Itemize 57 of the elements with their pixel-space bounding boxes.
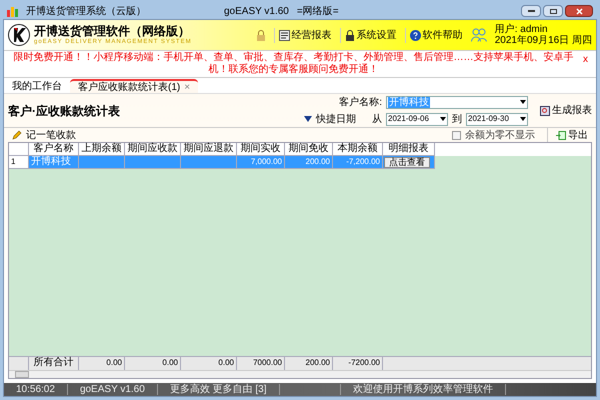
lock-icon[interactable] [256,30,266,40]
to-label: 到 [452,112,462,126]
logo-icon [8,24,30,46]
status-text: 欢迎使用开博系列效率管理软件 [340,384,506,395]
row-number: 1 [9,156,29,169]
scrollbar[interactable] [9,370,591,378]
to-date-field[interactable]: 2021-09-30 [466,112,528,126]
lock-icon [344,30,355,40]
dropdown-caret-icon[interactable] [520,117,526,121]
status-text: 更多高效 更多自由 [3] [158,384,280,395]
users-icon [470,28,487,42]
menu-button[interactable]: 系统设置 [340,28,397,42]
report-icon[interactable] [540,106,550,116]
export-icon[interactable] [556,130,566,140]
help-icon [410,30,421,40]
table-row[interactable]: 1 开博科技 7,000.00 200.00 -7,200.00 点击查看 [9,156,591,169]
minimize-button[interactable] [521,5,541,17]
promo-text: 限时免费开通！！小程序移动端：手机开单、查单、审批、查库存、考勤打卡、外勤管理、售后管理……支持苹果手机、安卓手机！联系您的专属客服顾问免费开通！ [12,52,574,76]
tab[interactable]: 客户应收账款统计表(1) × [70,79,198,93]
banner-close-button[interactable]: x [579,52,592,67]
add-payment-button[interactable]: 记一笔收款 [12,128,76,142]
close-button[interactable] [565,5,593,17]
table-cell: -7,200.00 [333,156,383,169]
checkbox[interactable] [452,130,461,140]
generate-report-button[interactable]: 生成报表 [540,103,592,118]
table-cell [125,156,181,169]
date-text: 2021年09月16日 周四 [494,35,592,46]
status-text: goEASY v1.60 [68,384,158,395]
checkbox-label: 余额为零不显示 [465,128,535,142]
version-text: goEASY v1.60 [224,4,289,18]
report-title: 客户·应收账款统计表 [8,102,120,120]
maximize-button[interactable] [543,5,563,17]
quick-date-button[interactable]: 快捷日期 [304,112,356,126]
table-cell: 7,000.00 [237,156,285,169]
report-icon [278,30,290,40]
pencil-icon[interactable] [12,130,22,140]
dropdown-caret-icon[interactable] [520,100,526,104]
table-cell [181,156,237,169]
menu-button[interactable]: 软件帮助 [404,28,463,42]
table-cell: 200.00 [285,156,333,169]
from-label: 从 [372,112,382,126]
window-title: 开博送货管理系统（云版） [26,4,146,18]
triangle-icon[interactable] [304,116,312,122]
dropdown-caret-icon[interactable] [440,117,446,121]
tab[interactable]: 我的工作台 [8,79,66,93]
customer-label: 客户名称: [339,96,382,110]
app-name: 开博送货管理软件（网络版） [34,25,191,37]
close-icon[interactable] [576,8,582,14]
table-cell: 开博科技 [29,156,79,169]
edition-text: =网络版= [296,4,339,18]
app-icon [7,6,18,16]
menu-button[interactable]: 经营报表 [274,28,332,42]
table-cell [79,156,125,169]
view-detail-button[interactable]: 点击查看 [384,156,430,168]
status-text: 10:56:02 [4,384,68,395]
from-date-field[interactable]: 2021-09-06 [386,112,448,126]
user-text: 用户: admin [494,24,549,35]
